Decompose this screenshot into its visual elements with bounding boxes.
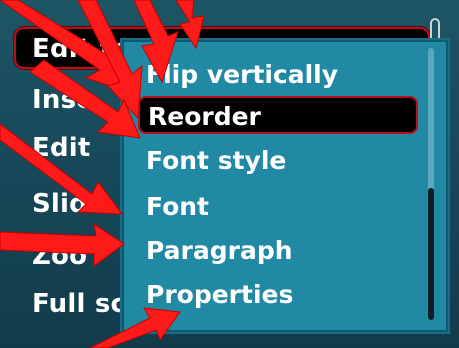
submenu-scrollbar-thumb[interactable] bbox=[428, 188, 434, 320]
main-menu-item-slide[interactable]: Slid bbox=[32, 184, 88, 224]
submenu-item-reorder[interactable]: Reorder bbox=[138, 96, 418, 134]
main-menu-item-edit[interactable]: Edit bbox=[32, 128, 91, 168]
main-menu-item-full-screen[interactable]: Full sc bbox=[32, 284, 126, 324]
main-menu-item-zoom[interactable]: Zoo bbox=[32, 236, 87, 276]
submenu-popup: Flip vertically Reorder Font style Font … bbox=[122, 40, 448, 332]
submenu-item-font-style[interactable]: Font style bbox=[146, 142, 286, 180]
submenu-item-font[interactable]: Font bbox=[146, 188, 209, 226]
submenu-item-paragraph[interactable]: Paragraph bbox=[146, 232, 293, 270]
main-menu-item-insert[interactable]: Inse bbox=[32, 80, 94, 120]
submenu-scrollbar[interactable] bbox=[428, 48, 434, 320]
screen: Edit te Inse Edit Slid Zoo Full sc Flip … bbox=[0, 0, 459, 348]
submenu-item-flip-vertically[interactable]: Flip vertically bbox=[146, 56, 338, 94]
submenu-item-properties[interactable]: Properties bbox=[146, 276, 293, 314]
